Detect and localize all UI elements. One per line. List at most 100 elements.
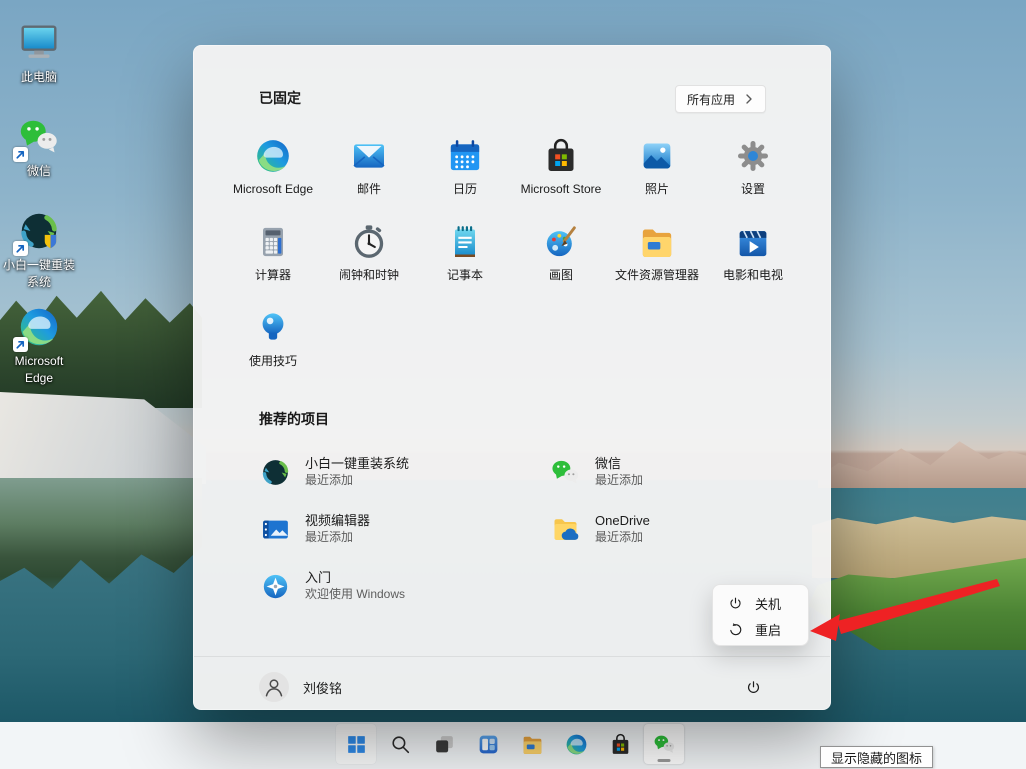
running-app-indicator [657,759,671,762]
chevron-right-icon [746,94,752,104]
pinned-app-label: 闹钟和时钟 [338,269,399,282]
recommended-item-subtitle: 欢迎使用 Windows [305,587,406,602]
recommended-item-title: 微信 [595,456,622,472]
pinned-section-header: 已固定 [259,90,301,106]
recommended-item-title: 小白一键重装系统 [305,456,410,472]
start-button[interactable] [336,724,376,764]
shortcut-arrow-icon [13,147,28,162]
edge-icon [13,304,62,352]
shortcut-arrow-icon [13,337,28,352]
recommended-item-wechat[interactable]: 微信 最近添加 [549,444,839,501]
recommended-item-video-editor[interactable]: 视频编辑器 最近添加 [259,501,549,558]
xiaobai-reinstall-icon [259,456,292,489]
paint-icon [541,222,581,262]
tips-icon [253,308,293,348]
pinned-app-label: 设置 [740,183,765,196]
pinned-app-label: 记事本 [446,269,483,282]
wechat-icon [654,735,674,753]
photos-icon [637,136,677,176]
recommended-item-onedrive[interactable]: OneDrive 最近添加 [549,501,839,558]
user-name: 刘俊铭 [303,680,343,696]
recommended-item-xiaobai[interactable]: 小白一键重装系统 最近添加 [259,444,549,501]
power-button[interactable] [734,668,772,706]
notepad-icon [445,222,485,262]
mail-icon [349,136,389,176]
recommended-item-title: OneDrive [595,513,650,529]
shutdown-label: 关机 [755,596,782,612]
pinned-app-mail[interactable]: 邮件 [321,130,417,216]
shutdown-menu-item[interactable]: 关机 [713,590,808,616]
pinned-app-calendar[interactable]: 日历 [417,130,513,216]
pinned-app-tips[interactable]: 使用技巧 [225,302,321,388]
pinned-app-label: 使用技巧 [248,355,297,368]
file-explorer-icon [523,736,541,754]
power-icon [747,680,759,693]
pinned-app-label: Microsoft Edge [232,183,314,196]
pinned-app-movies-tv[interactable]: 电影和电视 [705,216,801,302]
pinned-app-edge[interactable]: Microsoft Edge [225,130,321,216]
power-icon [730,597,741,608]
xiaobai-reinstall-icon [13,208,62,256]
desktop-icon-edge[interactable]: Microsoft Edge [0,304,78,388]
pinned-app-calculator[interactable]: 计算器 [225,216,321,302]
file-explorer-icon [637,222,677,262]
desktop-icon-label: 微信 [26,164,51,178]
widgets-icon [479,735,497,753]
pinned-app-label: Microsoft Store [520,183,602,196]
start-menu-divider [194,656,830,657]
wechat-icon [549,456,582,489]
pinned-app-file-explorer[interactable]: 文件资源管理器 [609,216,705,302]
wallpaper-mountains [818,441,1026,488]
calendar-icon [445,136,485,176]
power-flyout-menu: 关机 重启 [712,584,809,646]
user-avatar [259,672,289,702]
task-view-icon [435,735,453,752]
restart-label: 重启 [755,622,782,638]
pinned-app-alarms-clock[interactable]: 闹钟和时钟 [321,216,417,302]
pinned-apps-grid: Microsoft Edge 邮件 日历 Microsoft Store 照片 … [225,130,801,388]
shortcut-arrow-icon [13,241,28,256]
pinned-app-notepad[interactable]: 记事本 [417,216,513,302]
recommended-item-subtitle: 最近添加 [595,530,644,545]
pinned-app-photos[interactable]: 照片 [609,130,705,216]
pinned-app-label: 文件资源管理器 [614,269,699,282]
desktop-icon-xiaobai[interactable]: 小白一键重装系统 [0,208,78,292]
desktop-screen: 此电脑 微信 小白一键重装系统 Microsoft Edge 已固定 所有应用 [0,0,1026,769]
pinned-app-label: 计算器 [254,269,291,282]
recommended-item-get-started[interactable]: 入门 欢迎使用 Windows [259,558,549,615]
recommended-item-subtitle: 最近添加 [305,530,354,545]
file-explorer-taskbar-button[interactable] [512,724,552,764]
desktop-icon-wechat[interactable]: 微信 [0,114,78,180]
wechat-taskbar-button[interactable] [644,724,684,764]
store-icon [541,136,581,176]
wallpaper-reflection [0,478,202,589]
recommended-item-title: 视频编辑器 [305,513,371,529]
all-apps-button[interactable]: 所有应用 [674,85,766,113]
restart-menu-item[interactable]: 重启 [713,616,808,642]
desktop-icon-label: 小白一键重装系统 [2,258,75,290]
search-button[interactable] [380,724,420,764]
recommended-item-subtitle: 最近添加 [305,473,354,488]
pinned-app-paint[interactable]: 画图 [513,216,609,302]
recommended-item-subtitle: 最近添加 [595,473,644,488]
store-icon [612,733,628,754]
desktop-icon-label: Microsoft Edge [14,354,64,386]
task-view-button[interactable] [424,724,464,764]
tray-tooltip: 显示隐藏的图标 [820,746,934,768]
desktop-icon-this-pc[interactable]: 此电脑 [0,20,78,86]
edge-taskbar-button[interactable] [556,724,596,764]
store-taskbar-button[interactable] [600,724,640,764]
pinned-app-label: 照片 [644,183,669,196]
onedrive-icon [549,513,582,546]
calculator-icon [253,222,293,262]
user-profile-button[interactable]: 刘俊铭 [259,666,342,708]
pinned-app-label: 日历 [452,183,477,196]
movies-tv-icon [733,222,773,262]
video-editor-icon [259,513,292,546]
pinned-app-settings[interactable]: 设置 [705,130,801,216]
pinned-app-label: 邮件 [356,183,381,196]
widgets-button[interactable] [468,724,508,764]
wechat-icon [13,114,62,162]
pinned-app-label: 电影和电视 [722,269,783,282]
pinned-app-store[interactable]: Microsoft Store [513,130,609,216]
